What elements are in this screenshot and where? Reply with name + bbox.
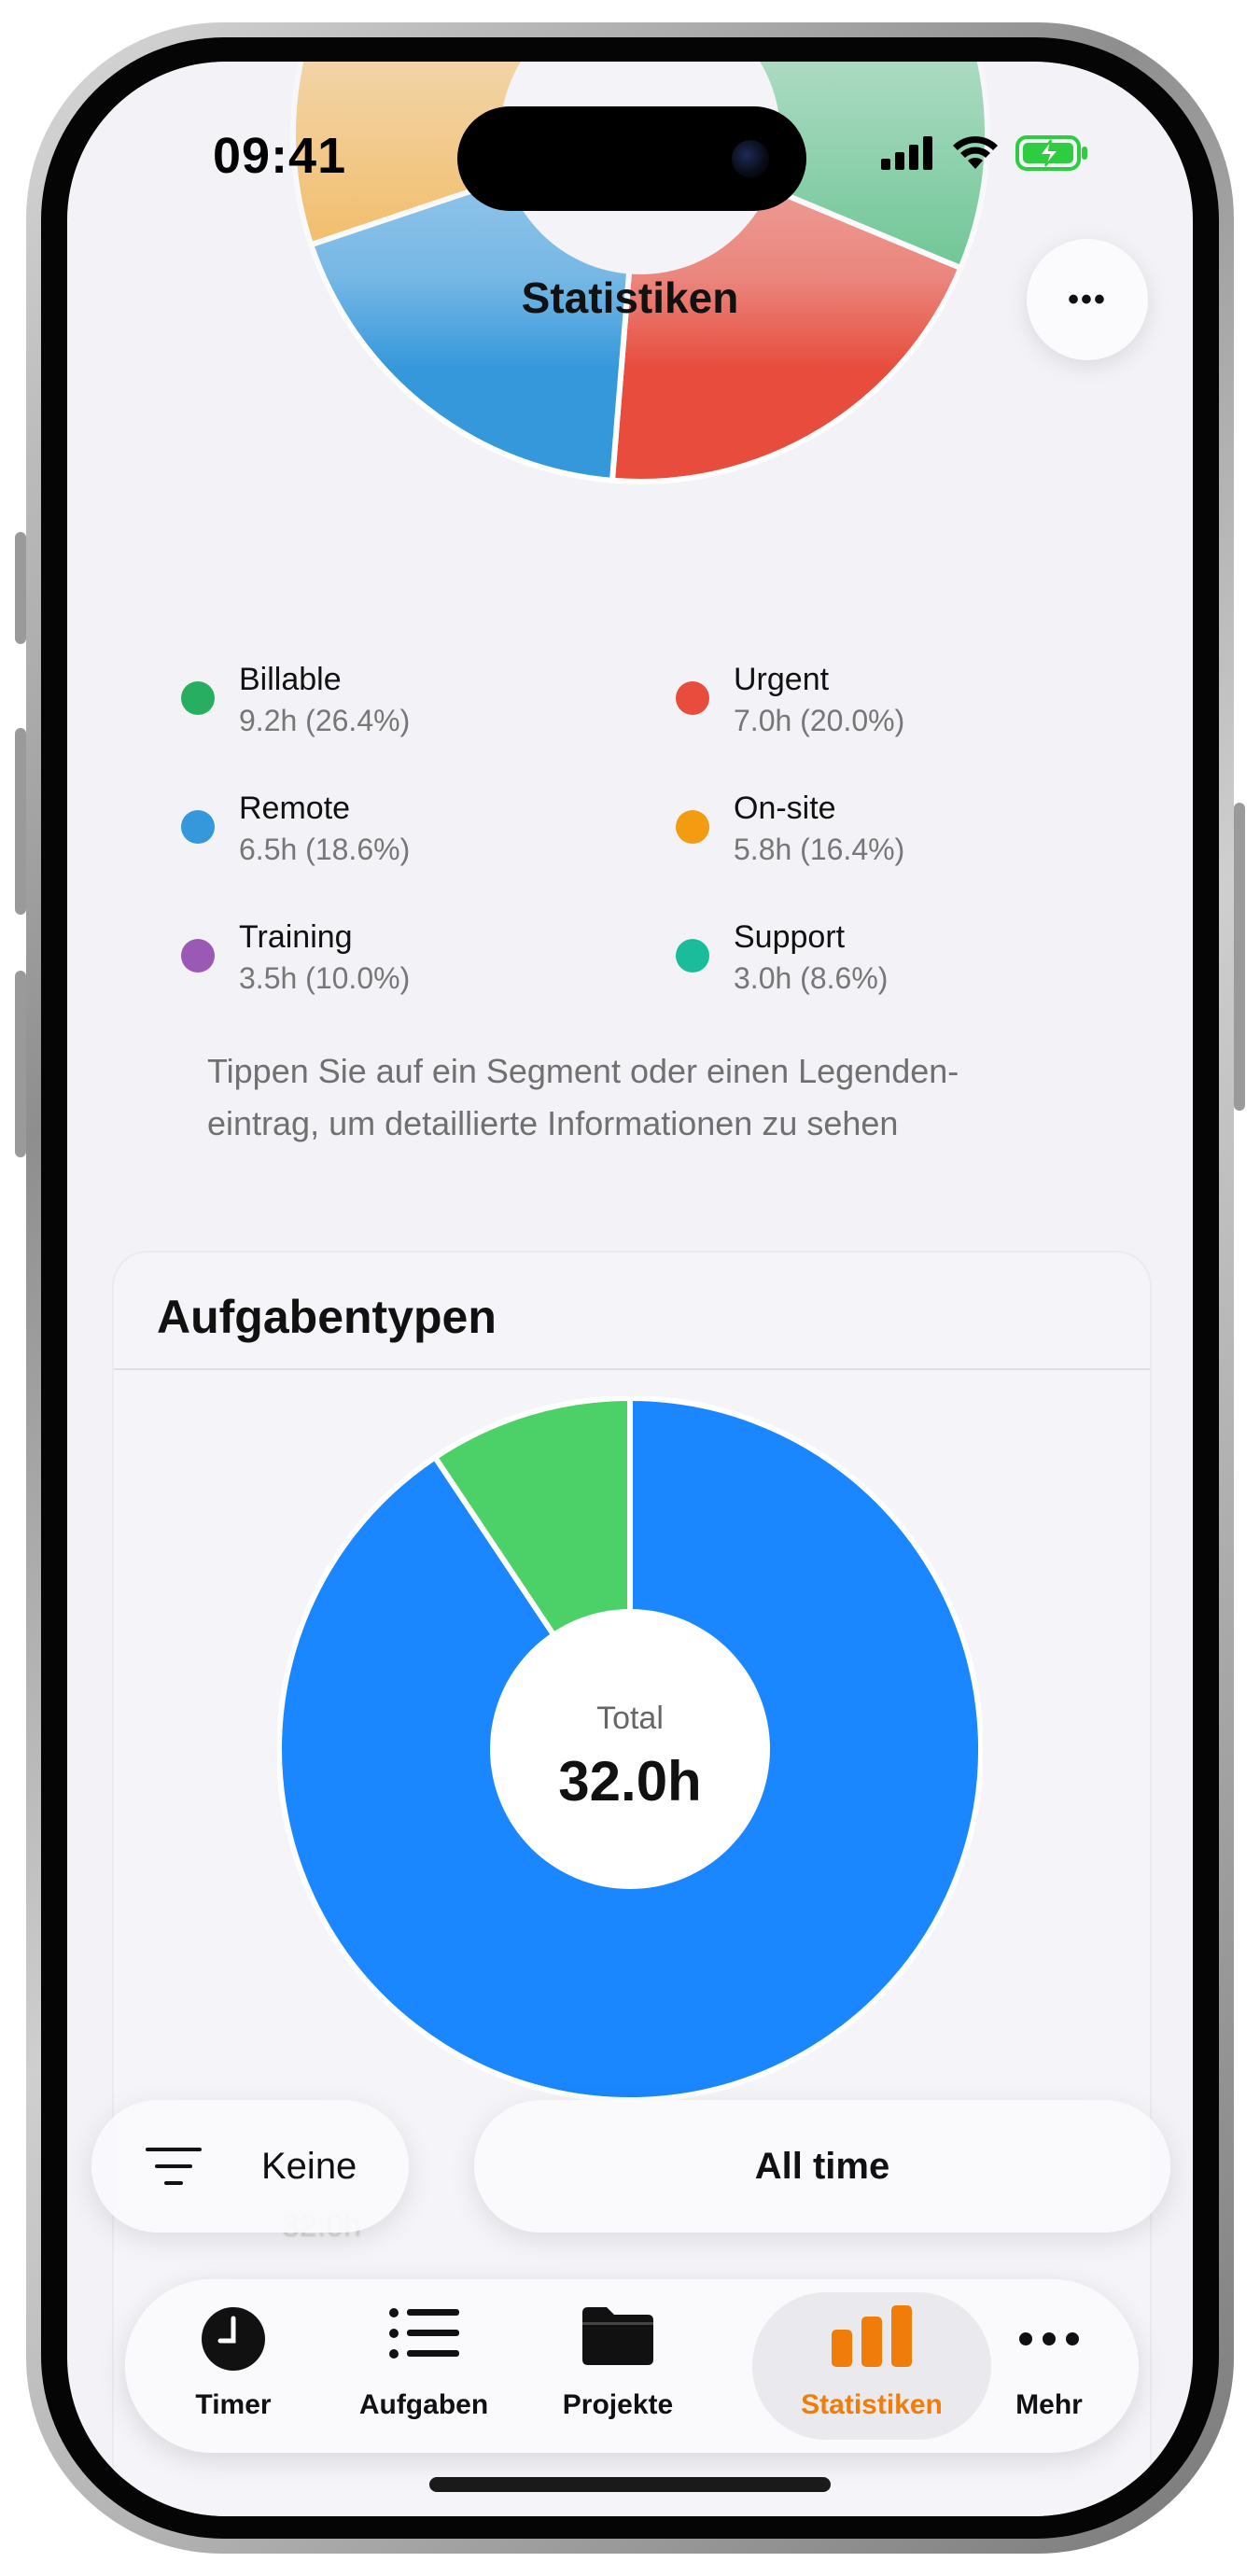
legend-name: Support <box>734 919 846 955</box>
cellular-signal-icon <box>881 136 932 170</box>
legend-item-on-site[interactable]: On-site 5.8h (16.4%) <box>676 788 904 870</box>
legend-item-remote[interactable]: Remote 6.5h (18.6%) <box>181 788 410 870</box>
tab-mehr[interactable]: Mehr <box>956 2279 1142 2453</box>
page-title: Statistiken <box>521 273 739 322</box>
tab-label: Statistiken <box>801 2389 943 2420</box>
tab-bar: Timer Aufgaben Projekte Statistiken Mehr <box>125 2279 1139 2453</box>
power-button <box>1234 803 1245 1111</box>
status-time: 09:41 <box>213 128 347 184</box>
legend-value: 9.2h (26.4%) <box>239 704 411 737</box>
ellipsis-icon <box>1019 2332 1079 2345</box>
battery-charging-icon <box>1015 135 1087 171</box>
tab-label: Aufgaben <box>358 2389 489 2420</box>
legend-item-training[interactable]: Training 3.5h (10.0%) <box>181 917 410 999</box>
filter-label: Keine <box>261 2145 357 2187</box>
ellipsis-icon: ••• <box>1068 281 1107 317</box>
screen: 35.0h Billable 9.2h (26.4%) Urgent 7.0h … <box>67 62 1193 2516</box>
total-label: Total <box>596 1701 664 1736</box>
total-value: 32.0h <box>558 1750 702 1813</box>
legend-value: 3.0h (8.6%) <box>734 961 889 995</box>
section-title: Aufgabentypen <box>157 1291 497 1343</box>
legend-dot <box>181 939 215 973</box>
more-options-button[interactable]: ••• <box>1027 239 1148 360</box>
legend-name: Urgent <box>734 662 830 697</box>
legend-item-urgent[interactable]: Urgent 7.0h (20.0%) <box>676 659 904 741</box>
filter-button[interactable]: Keine <box>91 2100 409 2233</box>
legend-value: 6.5h (18.6%) <box>239 833 411 866</box>
legend-dot <box>676 681 709 715</box>
tab-aufgaben[interactable]: Aufgaben <box>330 2279 517 2453</box>
filter-lines-icon <box>146 2148 202 2185</box>
legend-item-support[interactable]: Support 3.0h (8.6%) <box>676 917 888 999</box>
tab-label: Timer <box>195 2389 272 2420</box>
volume-down-button <box>15 971 26 1157</box>
legend-value: 3.5h (10.0%) <box>239 961 411 995</box>
legend-value: 5.8h (16.4%) <box>734 833 905 866</box>
legend-value: 7.0h (20.0%) <box>734 704 905 737</box>
tab-projekte[interactable]: Projekte <box>525 2279 711 2453</box>
volume-up-button <box>15 728 26 915</box>
legend-hint: Tippen Sie auf ein Segment oder einen Le… <box>207 1052 959 1142</box>
legend-dot <box>181 681 215 715</box>
tab-statistiken[interactable]: Statistiken <box>778 2279 965 2453</box>
tab-timer[interactable]: Timer <box>140 2279 327 2453</box>
period-selector[interactable]: All time <box>474 2100 1170 2233</box>
action-button <box>15 532 26 644</box>
folder-icon <box>582 2307 653 2365</box>
dynamic-island <box>457 106 806 211</box>
tab-label: Mehr <box>1015 2389 1083 2420</box>
wifi-icon <box>953 136 998 169</box>
period-label: All time <box>754 2145 890 2187</box>
legend-dot <box>676 939 709 973</box>
legend-name: Training <box>239 919 353 955</box>
clock-icon <box>202 2307 265 2371</box>
section-divider <box>114 1368 1150 1370</box>
legend-item-billable[interactable]: Billable 9.2h (26.4%) <box>181 659 410 741</box>
list-icon <box>389 2308 459 2359</box>
legend-dot <box>181 810 215 844</box>
status-icons <box>881 134 1090 172</box>
camera-icon <box>732 140 769 177</box>
legend-name: On-site <box>734 791 836 826</box>
tab-label: Projekte <box>562 2389 674 2420</box>
legend-name: Remote <box>239 791 351 826</box>
legend-dot <box>676 810 709 844</box>
legend-name: Billable <box>239 662 342 697</box>
home-indicator <box>429 2477 831 2492</box>
bar-chart-icon <box>832 2305 912 2367</box>
